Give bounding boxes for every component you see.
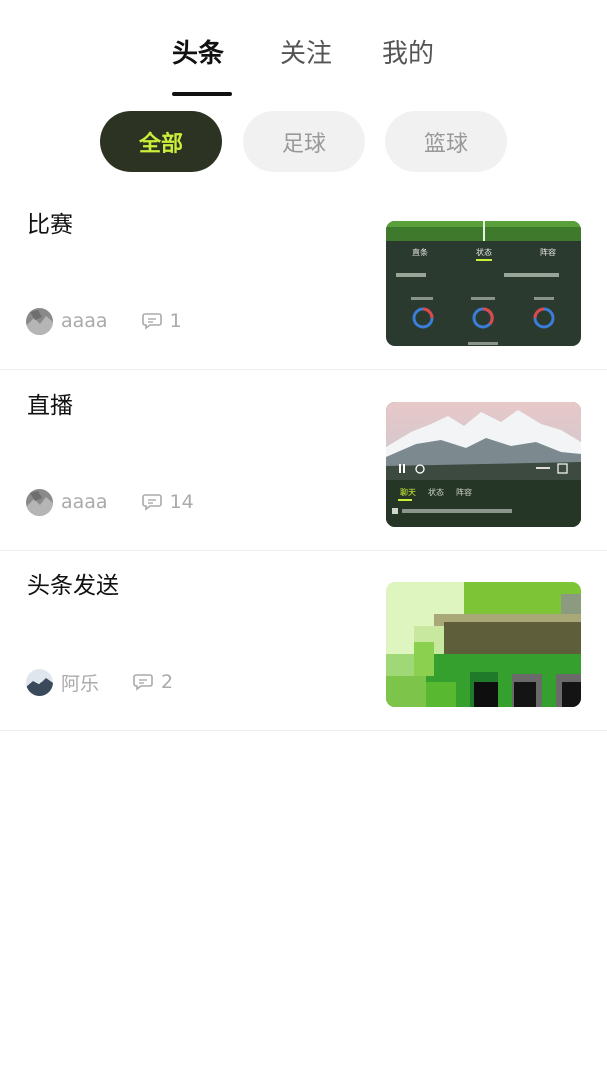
avatar[interactable] bbox=[26, 668, 53, 696]
tab-mine[interactable]: 我的 bbox=[382, 36, 434, 72]
post-thumbnail[interactable]: 聊天 状态 阵容 bbox=[386, 402, 581, 527]
active-tab-indicator bbox=[172, 92, 232, 96]
filter-chip-all[interactable]: 全部 bbox=[100, 111, 222, 172]
thumb-tab-chat: 聊天 bbox=[400, 488, 416, 497]
post-thumbnail[interactable]: 直条 状态 阵容 bbox=[386, 221, 581, 346]
author-name[interactable]: 阿乐 bbox=[61, 669, 99, 696]
mountain-live-image: 聊天 状态 阵容 bbox=[386, 402, 581, 527]
comment-count: 1 bbox=[169, 310, 182, 332]
post-thumbnail[interactable] bbox=[386, 582, 581, 707]
author-name[interactable]: aaaa bbox=[61, 491, 108, 513]
thumb-tab-1: 直条 bbox=[412, 247, 428, 257]
thumb-tab-state: 状态 bbox=[428, 487, 444, 497]
author-name[interactable]: aaaa bbox=[61, 310, 108, 332]
filter-chip-basketball[interactable]: 篮球 bbox=[385, 111, 507, 172]
comment-icon bbox=[141, 494, 162, 511]
top-tab-bar: 头条 关注 我的 bbox=[0, 0, 607, 100]
post-item[interactable]: 比赛 aaaa 1 直条 状态 阵容 bbox=[0, 189, 607, 370]
post-meta: aaaa 14 bbox=[26, 488, 194, 516]
comment-count: 14 bbox=[169, 491, 194, 513]
comment-count: 2 bbox=[161, 671, 174, 693]
avatar[interactable] bbox=[26, 307, 53, 335]
thumb-tab-2: 状态 bbox=[476, 247, 492, 257]
post-meta: 阿乐 2 bbox=[26, 668, 173, 696]
tab-following[interactable]: 关注 bbox=[280, 36, 332, 72]
post-item[interactable]: 直播 aaaa 14 聊天 状态 阵容 bbox=[0, 370, 607, 551]
avatar[interactable] bbox=[26, 488, 53, 516]
post-title: 头条发送 bbox=[27, 573, 119, 599]
tab-headlines[interactable]: 头条 bbox=[172, 36, 224, 72]
post-title: 比赛 bbox=[27, 212, 73, 238]
comment-icon bbox=[141, 313, 162, 330]
comment-icon bbox=[133, 674, 153, 691]
thumb-tab-3: 阵容 bbox=[540, 247, 556, 257]
post-item[interactable]: 头条发送 阿乐 2 bbox=[0, 550, 607, 731]
filter-chip-football[interactable]: 足球 bbox=[243, 111, 365, 172]
pixelated-image bbox=[386, 582, 581, 707]
post-title: 直播 bbox=[27, 393, 73, 419]
post-meta: aaaa 1 bbox=[26, 307, 182, 335]
thumb-tab-lineup: 阵容 bbox=[456, 487, 472, 497]
match-stats-image: 直条 状态 阵容 bbox=[386, 221, 581, 346]
